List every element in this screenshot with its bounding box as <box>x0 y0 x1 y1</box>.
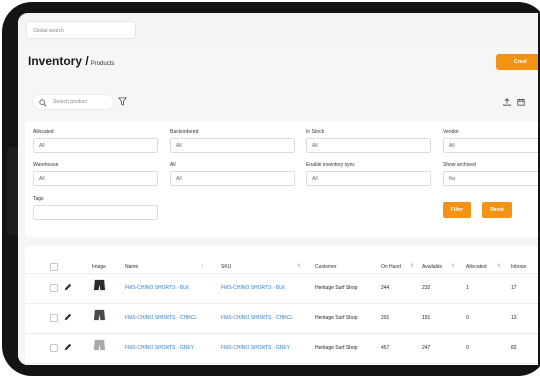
show-archived-filter-label: Show archived <box>443 162 476 168</box>
edit-icon[interactable] <box>64 313 72 321</box>
tags-filter-label: Tags <box>33 196 44 202</box>
page-subtitle: Products <box>90 61 115 67</box>
sort-icon[interactable]: ⇅ <box>451 263 455 269</box>
column-header-image: Image <box>92 264 106 270</box>
column-header-customer[interactable]: Customer <box>315 264 337 270</box>
edit-icon[interactable] <box>64 343 72 351</box>
show-archived-filter-select[interactable]: No <box>443 171 538 186</box>
available-cell: 247 <box>422 345 431 351</box>
row-checkbox[interactable] <box>50 314 58 322</box>
inbound-cell: 82 <box>511 345 517 351</box>
in-stock-filter-label: In Stock <box>306 129 325 135</box>
edit-icon[interactable] <box>64 283 72 291</box>
product-sku-link[interactable]: FMS-CHINO SHORTS - GREY <box>221 345 290 351</box>
table-row[interactable]: FMS-CHINO SHORTS - BLK FMS-CHINO SHORTS … <box>25 273 538 303</box>
vendor-filter-label: Vendor <box>443 129 459 135</box>
select-all-checkbox[interactable] <box>50 263 58 271</box>
column-header-allocated[interactable]: Allocated <box>466 264 487 270</box>
on-hand-cell: 201 <box>381 315 390 321</box>
all-filter-label: All <box>170 162 176 168</box>
inbound-cell: 17 <box>511 285 517 291</box>
filter-button[interactable]: Filter <box>443 202 471 218</box>
inventory-sync-filter-select[interactable]: All <box>306 171 431 186</box>
customer-cell: Heritage Surf Shop <box>315 315 358 321</box>
column-header-sku[interactable]: SKU <box>221 264 231 270</box>
page-title-text: Inventory / <box>28 54 89 68</box>
available-cell: 232 <box>422 285 431 291</box>
product-search-placeholder: Search product <box>53 99 87 105</box>
product-sku-link[interactable]: FMS-CHINO SHORTS - BLK <box>221 285 285 291</box>
inventory-sync-filter-label: Enable inventory sync <box>306 162 355 168</box>
product-sku-link[interactable]: FMS-CHINO SHORTS - CHRCL <box>221 315 293 321</box>
product-search-input[interactable]: Search product <box>32 94 114 110</box>
inbound-cell: 13 <box>511 315 517 321</box>
tags-filter-input[interactable] <box>33 205 158 220</box>
column-header-on-hand[interactable]: On Hand <box>381 264 401 270</box>
search-icon <box>39 99 47 107</box>
on-hand-cell: 457 <box>381 345 390 351</box>
create-button[interactable]: Creat <box>496 54 538 70</box>
reset-button[interactable]: Reset <box>482 202 512 218</box>
allocated-cell: 0 <box>466 345 469 351</box>
sort-ascending-icon[interactable]: ↑ <box>201 263 204 269</box>
product-thumbnail <box>93 279 106 291</box>
all-filter-select[interactable]: All <box>170 171 295 186</box>
upload-icon[interactable] <box>503 98 511 106</box>
customer-cell: Heritage Surf Shop <box>315 345 358 351</box>
product-name-link[interactable]: FMS-CHINO SHORTS - BLK <box>125 285 189 291</box>
column-header-inbound[interactable]: Inboun <box>511 264 526 270</box>
product-thumbnail <box>93 309 106 321</box>
backordered-filter-select[interactable]: All <box>170 138 295 153</box>
filter-icon[interactable] <box>118 97 127 106</box>
on-hand-cell: 244 <box>381 285 390 291</box>
inventory-table: Image Name ↑ SKU ⇅ Customer On Hand ⇅ Av… <box>25 246 538 365</box>
allocated-cell: 1 <box>466 285 469 291</box>
warehouse-filter-label: Warehouse <box>33 162 59 168</box>
product-name-link[interactable]: FMS-CHINO SHORTS - GREY <box>125 345 194 351</box>
column-header-available[interactable]: Available <box>422 264 442 270</box>
allocated-filter-select[interactable]: All <box>33 138 158 153</box>
product-thumbnail <box>93 339 106 351</box>
app-screen: Global search Inventory / Products Creat … <box>18 13 538 365</box>
vendor-filter-select[interactable]: All <box>443 138 538 153</box>
backordered-filter-label: Backordered <box>170 129 199 135</box>
top-bar: Global search <box>18 13 538 47</box>
product-name-link[interactable]: FMS-CHINO SHORTS - CHRCL <box>125 315 197 321</box>
calendar-icon[interactable] <box>517 98 525 106</box>
column-header-name[interactable]: Name <box>125 264 138 270</box>
row-checkbox[interactable] <box>50 284 58 292</box>
row-checkbox[interactable] <box>50 344 58 352</box>
table-row[interactable] <box>25 363 538 365</box>
filter-panel: Allocated All Backordered All In Stock A… <box>25 121 538 237</box>
sort-icon[interactable]: ⇅ <box>497 263 501 269</box>
page-title: Inventory / Products <box>28 54 114 68</box>
warehouse-filter-select[interactable]: All <box>33 171 158 186</box>
in-stock-filter-select[interactable]: All <box>306 138 431 153</box>
sort-icon[interactable]: ⇅ <box>410 263 414 269</box>
sort-icon[interactable]: ⇅ <box>297 263 301 269</box>
table-row[interactable]: FMS-CHINO SHORTS - GREY FMS-CHINO SHORTS… <box>25 333 538 363</box>
table-row[interactable]: FMS-CHINO SHORTS - CHRCL FMS-CHINO SHORT… <box>25 303 538 333</box>
global-search-input[interactable]: Global search <box>26 21 136 39</box>
customer-cell: Heritage Surf Shop <box>315 285 358 291</box>
allocated-filter-label: Allocated <box>33 129 54 135</box>
main-content: Inventory / Products Creat Search product… <box>18 47 538 365</box>
allocated-cell: 0 <box>466 315 469 321</box>
available-cell: 191 <box>422 315 431 321</box>
